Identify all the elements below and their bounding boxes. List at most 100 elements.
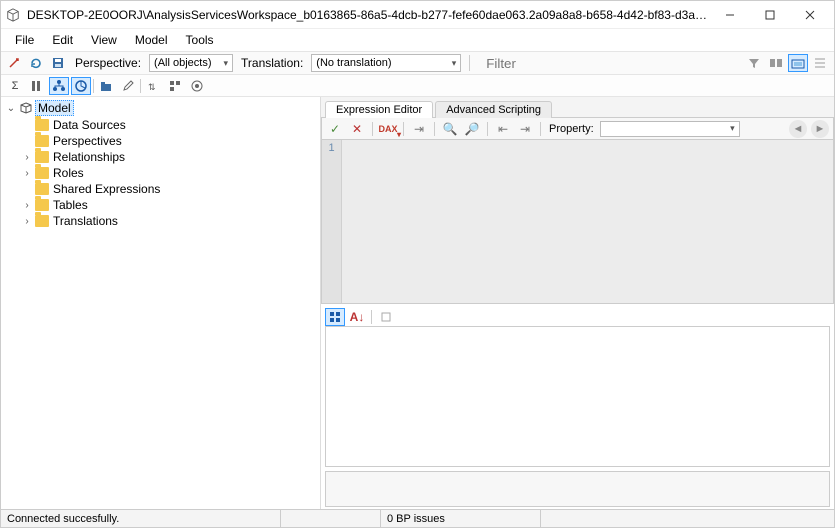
collapse-icon[interactable]: ⌄ (5, 103, 17, 114)
title-bar: DESKTOP-2E0OORJ\AnalysisServicesWorkspac… (1, 1, 834, 29)
measures-icon[interactable]: Σ (5, 77, 25, 95)
editor-gutter: 1 (322, 140, 342, 303)
status-empty1 (281, 510, 381, 527)
expand-icon[interactable]: › (21, 168, 33, 179)
window-title: DESKTOP-2E0OORJ\AnalysisServicesWorkspac… (21, 8, 710, 22)
status-connection: Connected succesfully. (1, 510, 281, 527)
tree-item-label: Perspectives (51, 134, 122, 148)
perspective-combo[interactable]: (All objects) ▾ (149, 54, 233, 72)
indent-icon[interactable]: ⇤ (494, 120, 512, 138)
menu-edit[interactable]: Edit (44, 31, 81, 49)
separator (469, 55, 470, 71)
expand-icon[interactable]: › (21, 200, 33, 211)
cancel-icon[interactable]: ✕ (348, 120, 366, 138)
tree-item[interactable]: › Relationships (21, 149, 320, 165)
comment-icon[interactable]: ⇥ (410, 120, 428, 138)
translation-label: Translation: (237, 56, 307, 70)
filter-icon[interactable] (744, 54, 764, 72)
list-view-icon[interactable] (810, 54, 830, 72)
partitions-icon[interactable] (71, 77, 91, 95)
expression-toolbar: ✓ ✕ DAX▾ ⇥ 🔍 🔎 ⇤ ⇥ Property: ▾ ◄ ► (321, 117, 834, 139)
tree-item[interactable]: › Roles (21, 165, 320, 181)
filter-input[interactable] (478, 55, 740, 72)
close-button[interactable] (790, 2, 830, 28)
save-icon[interactable] (49, 54, 67, 72)
minimize-button[interactable] (710, 2, 750, 28)
status-empty2 (541, 510, 834, 527)
menu-tools[interactable]: Tools (178, 31, 222, 49)
editor-body[interactable] (342, 140, 833, 303)
folder-icon (35, 135, 49, 147)
folder-icon (35, 119, 49, 131)
folder-icon (35, 183, 49, 195)
replace-icon[interactable]: 🔎 (463, 120, 481, 138)
sort-alpha-icon[interactable]: ⇅ (143, 77, 163, 95)
columns-icon[interactable] (27, 77, 47, 95)
tab-expression-editor[interactable]: Expression Editor (325, 101, 433, 118)
nav-forward-icon[interactable]: ► (811, 120, 829, 138)
chevron-down-icon: ▾ (730, 123, 735, 134)
refresh-icon[interactable] (27, 54, 45, 72)
hidden-objects-icon[interactable] (766, 54, 786, 72)
perspective-value: (All objects) (154, 57, 211, 69)
property-pages-icon[interactable] (376, 308, 396, 326)
maximize-button[interactable] (750, 2, 790, 28)
expand-icon[interactable]: › (21, 216, 33, 227)
find-icon[interactable]: 🔍 (441, 120, 459, 138)
perspective-label: Perspective: (71, 56, 145, 70)
accept-icon[interactable]: ✓ (326, 120, 344, 138)
status-bp-issues[interactable]: 0 BP issues (381, 510, 541, 527)
chevron-down-icon: ▾ (446, 58, 457, 69)
edit-icon[interactable] (118, 77, 138, 95)
translation-value: (No translation) (316, 57, 391, 69)
folder-icon[interactable] (96, 77, 116, 95)
menu-model[interactable]: Model (127, 31, 176, 49)
app-icon (5, 7, 21, 23)
separator (140, 79, 141, 93)
hierarchies-icon[interactable] (49, 77, 69, 95)
alphabetical-icon[interactable]: A↓ (347, 308, 367, 326)
property-grid[interactable] (325, 326, 830, 467)
menu-view[interactable]: View (83, 31, 125, 49)
tree-item[interactable]: › Tables (21, 197, 320, 213)
cube-icon (19, 101, 33, 115)
menu-file[interactable]: File (7, 31, 42, 49)
model-tree[interactable]: ⌄ Model Data Sources Perspectives › Relatio… (1, 97, 321, 509)
separator (434, 122, 435, 136)
property-combo[interactable]: ▾ (600, 121, 740, 137)
separator (487, 122, 488, 136)
output-panel (325, 471, 830, 507)
folder-icon (35, 215, 49, 227)
status-bar: Connected succesfully. 0 BP issues (1, 509, 834, 527)
tree-item[interactable]: Shared Expressions (21, 181, 320, 197)
tree-item-label: Data Sources (51, 118, 126, 132)
tab-advanced-scripting[interactable]: Advanced Scripting (435, 101, 552, 118)
tree-item-label: Shared Expressions (51, 182, 160, 196)
chevron-down-icon: ▾ (218, 58, 229, 69)
folder-icon (35, 151, 49, 163)
nav-back-icon[interactable]: ◄ (789, 120, 807, 138)
expression-editor[interactable]: 1 (321, 139, 834, 304)
svg-text:⇅: ⇅ (148, 82, 156, 92)
separator (371, 310, 372, 324)
expand-icon[interactable]: › (21, 152, 33, 163)
translation-combo[interactable]: (No translation) ▾ (311, 54, 461, 72)
tree-item[interactable]: ›Translations (21, 213, 320, 229)
categorized-icon[interactable] (325, 308, 345, 326)
menu-bar: File Edit View Model Tools (1, 29, 834, 51)
line-number: 1 (322, 142, 341, 154)
tree-item[interactable]: Data Sources (21, 117, 320, 133)
tree-item-label: Tables (51, 198, 88, 212)
separator (93, 79, 94, 93)
tree-item[interactable]: Perspectives (21, 133, 320, 149)
tree-item-label: Relationships (51, 150, 125, 164)
dax-format-icon[interactable]: DAX▾ (379, 120, 397, 138)
tree-root-label[interactable]: Model (35, 100, 74, 116)
outdent-icon[interactable]: ⇥ (516, 120, 534, 138)
connect-icon[interactable] (5, 54, 23, 72)
best-practice-icon[interactable] (187, 77, 207, 95)
tree-item-label: Roles (51, 166, 84, 180)
tree-root[interactable]: ⌄ Model (5, 99, 320, 117)
display-folders-icon[interactable] (788, 54, 808, 72)
sort-type-icon[interactable] (165, 77, 185, 95)
